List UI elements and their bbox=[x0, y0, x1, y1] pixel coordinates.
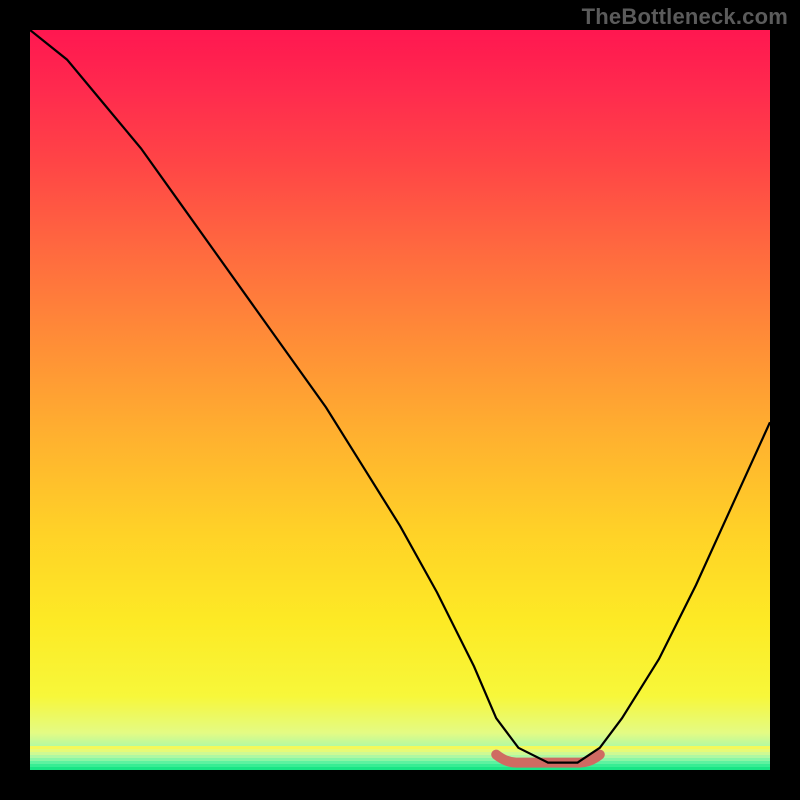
curve-svg bbox=[30, 30, 770, 770]
chart-frame: TheBottleneck.com bbox=[0, 0, 800, 800]
bottleneck-line bbox=[30, 30, 770, 763]
watermark-text: TheBottleneck.com bbox=[582, 4, 788, 30]
plot-area bbox=[30, 30, 770, 770]
